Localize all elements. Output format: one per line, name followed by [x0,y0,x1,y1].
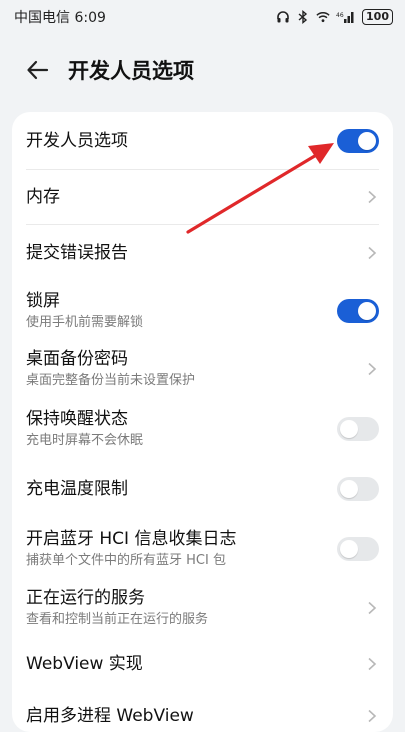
chevron-right-icon [365,601,379,615]
row-label: WebView 实现 [26,654,143,674]
bug-report-row[interactable]: 提交错误报告 [12,225,393,281]
arrow-left-icon [27,60,49,80]
row-label: 正在运行的服务 [26,588,145,608]
desktop-backup-password-row[interactable]: 桌面备份密码 桌面完整备份当前未设置保护 [12,340,393,398]
row-label: 保持唤醒状态 [26,409,128,429]
charging-temperature-limit-row[interactable]: 充电温度限制 [12,460,393,518]
charging-temperature-toggle[interactable] [337,477,379,501]
toggle-knob [340,540,358,558]
row-subtitle: 桌面完整备份当前未设置保护 [26,373,196,388]
page-title: 开发人员选项 [68,59,194,83]
lock-screen-row[interactable]: 锁屏 使用手机前需要解锁 [12,282,393,339]
row-label: 提交错误报告 [26,243,128,263]
row-label: 充电温度限制 [26,479,128,499]
running-services-row[interactable]: 正在运行的服务 查看和控制当前正在运行的服务 [12,578,393,638]
row-subtitle: 捕获单个文件中的所有蓝牙 HCI 包 [26,553,226,568]
bluetooth-icon [296,10,310,24]
chevron-right-icon [365,709,379,723]
row-label: 锁屏 [26,290,60,311]
row-label: 桌面备份密码 [26,349,128,369]
back-button[interactable] [24,56,52,84]
row-label: 开发人员选项 [26,130,128,151]
row-label: 开启蓝牙 HCI 信息收集日志 [26,529,237,549]
multiprocess-webview-row[interactable]: 启用多进程 WebView [12,694,393,732]
toggle-knob [340,420,358,438]
chevron-right-icon [365,190,379,204]
bluetooth-hci-log-toggle[interactable] [337,537,379,561]
row-subtitle: 查看和控制当前正在运行的服务 [26,612,209,627]
svg-text:46: 46 [336,12,344,19]
developer-options-row[interactable]: 开发人员选项 [12,112,393,169]
row-label: 启用多进程 WebView [26,706,194,726]
wifi-icon [316,10,330,24]
row-subtitle: 充电时屏幕不会休眠 [26,433,144,448]
chevron-right-icon [365,246,379,260]
status-bar: 中国电信 6:09 46 100 [0,0,405,34]
row-subtitle: 使用手机前需要解锁 [26,314,144,330]
stay-awake-row[interactable]: 保持唤醒状态 充电时屏幕不会休眠 [12,400,393,458]
battery-icon: 100 [362,9,393,25]
headphones-icon [276,10,290,24]
developer-options-toggle[interactable] [337,128,379,153]
lock-screen-toggle[interactable] [337,298,379,323]
toggle-knob [340,480,358,498]
row-label: 内存 [26,187,60,207]
chevron-right-icon [365,657,379,671]
carrier-time: 中国电信 6:09 [14,10,106,26]
cellular-signal-icon: 46 [336,10,356,24]
status-icons: 46 100 [276,9,393,25]
toggle-knob [358,301,376,320]
page-header: 开发人员选项 [0,46,405,94]
webview-implementation-row[interactable]: WebView 实现 [12,639,393,689]
bluetooth-hci-log-row[interactable]: 开启蓝牙 HCI 信息收集日志 捕获单个文件中的所有蓝牙 HCI 包 [12,520,393,578]
stay-awake-toggle[interactable] [337,417,379,441]
chevron-right-icon [365,362,379,376]
settings-list: 开发人员选项 内存 提交错误报告 锁屏 使用手机前需要解锁 桌面备份密码 桌面完… [12,112,393,732]
toggle-knob [358,131,376,150]
memory-row[interactable]: 内存 [12,170,393,224]
